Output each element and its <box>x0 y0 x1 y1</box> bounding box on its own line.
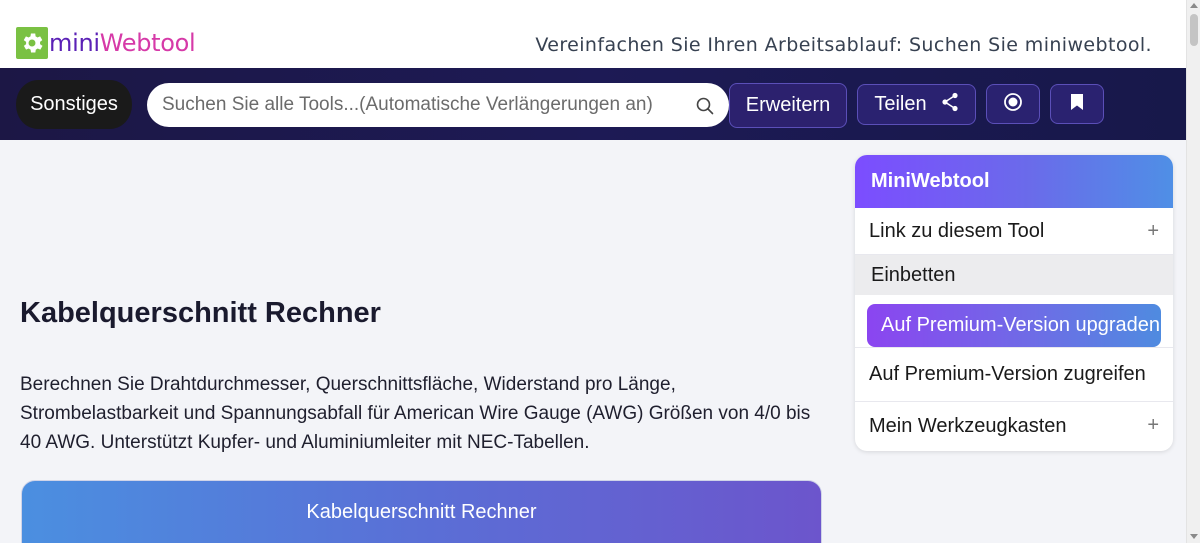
gear-icon <box>16 27 48 59</box>
share-button[interactable]: Teilen <box>857 84 976 125</box>
sidebar-item-premium-access[interactable]: Auf Premium-Version zugreifen <box>855 348 1173 402</box>
sidebar-item-embed[interactable]: Einbetten <box>855 255 1173 295</box>
search-icon[interactable] <box>695 96 715 116</box>
sidebar-item-label: Auf Premium-Version zugreifen <box>869 363 1146 385</box>
page-title: Kabelquerschnitt Rechner <box>20 297 381 329</box>
calculator-card-title: Kabelquerschnitt Rechner <box>306 501 537 523</box>
category-button[interactable]: Sonstiges <box>16 80 132 129</box>
plus-icon: + <box>1147 220 1159 242</box>
sidebar-title: MiniWebtool <box>855 155 1173 208</box>
sidebar-item-link[interactable]: Link zu diesem Tool + <box>855 208 1173 255</box>
bookmark-icon <box>1070 93 1084 116</box>
scrollbar-thumb[interactable] <box>1190 14 1198 46</box>
sidebar-panel: MiniWebtool Link zu diesem Tool + Einbet… <box>855 155 1173 451</box>
sidebar-item-label: Link zu diesem Tool <box>869 219 1045 242</box>
scroll-down-arrow-icon[interactable] <box>1190 534 1198 539</box>
sidebar-item-label: Einbetten <box>871 263 956 286</box>
record-icon <box>1003 92 1023 117</box>
top-header: miniWebtool Vereinfachen Sie Ihren Arbei… <box>0 0 1186 68</box>
upgrade-premium-button[interactable]: Auf Premium-Version upgraden <box>867 304 1161 347</box>
tool-description: Berechnen Sie Drahtdurchmesser, Querschn… <box>20 374 811 453</box>
sidebar-item-toolbox[interactable]: Mein Werkzeugkasten + <box>855 402 1173 450</box>
page-scrollbar[interactable] <box>1186 0 1200 543</box>
scroll-up-arrow-icon[interactable] <box>1190 3 1198 8</box>
share-icon <box>941 92 959 118</box>
site-logo[interactable]: miniWebtool <box>16 27 196 59</box>
calculator-card: Kabelquerschnitt Rechner <box>21 480 822 543</box>
logo-text: miniWebtool <box>49 29 196 57</box>
plus-icon: + <box>1147 414 1159 436</box>
nav-bar: Sonstiges Erweitern Teilen <box>0 68 1186 140</box>
search-box[interactable] <box>147 83 729 127</box>
logo-webtool-text: Webtool <box>99 29 196 57</box>
upgrade-wrapper: Auf Premium-Version upgraden <box>855 295 1173 348</box>
sidebar-item-label: Mein Werkzeugkasten <box>869 414 1067 437</box>
tagline: Vereinfachen Sie Ihren Arbeitsablauf: Su… <box>535 34 1152 56</box>
logo-mini-text: mini <box>49 29 100 57</box>
record-button[interactable] <box>986 84 1040 124</box>
search-input[interactable] <box>162 94 692 116</box>
bookmark-button[interactable] <box>1050 84 1104 124</box>
share-button-label: Teilen <box>874 93 927 115</box>
expand-button[interactable]: Erweitern <box>729 83 847 128</box>
